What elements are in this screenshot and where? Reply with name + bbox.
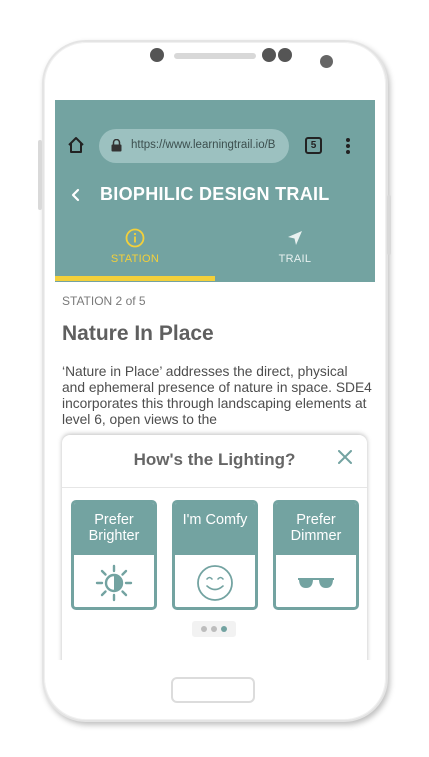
tab-station[interactable]: STATION — [55, 226, 215, 282]
phone-screen: https://www.learningtrail.io/B 5 BIOPHIL… — [55, 100, 375, 660]
prefer-dimmer-button[interactable]: Prefer Dimmer — [273, 500, 359, 610]
url-text: https://www.learningtrail.io/B — [131, 139, 276, 151]
url-bar[interactable]: https://www.learningtrail.io/B — [99, 129, 289, 163]
front-camera — [150, 48, 164, 62]
power-button — [387, 195, 391, 255]
im-comfy-button[interactable]: I'm Comfy — [172, 500, 258, 610]
smiley-icon — [197, 565, 233, 601]
sensor — [278, 48, 292, 62]
choice-label: I'm Comfy — [175, 503, 255, 555]
info-icon — [125, 228, 145, 248]
pager-dot[interactable] — [201, 626, 207, 632]
tab-trail-label: TRAIL — [278, 253, 312, 265]
volume-button — [38, 140, 42, 210]
active-tab-indicator — [55, 276, 215, 281]
lock-icon — [111, 139, 122, 152]
pager-dot-active[interactable] — [221, 626, 227, 632]
station-title: Nature In Place — [62, 322, 214, 345]
browser-toolbar: https://www.learningtrail.io/B 5 — [55, 100, 375, 170]
tab-trail[interactable]: TRAIL — [215, 226, 375, 282]
proximity-sensor — [320, 55, 333, 68]
pager-dot[interactable] — [211, 626, 217, 632]
sunglasses-icon — [298, 578, 334, 588]
choice-label: Prefer Dimmer — [276, 503, 356, 555]
app-title: BIOPHILIC DESIGN TRAIL — [100, 184, 330, 204]
brightness-icon — [95, 564, 133, 602]
home-icon[interactable] — [67, 136, 85, 154]
lighting-survey-card: How's the Lighting? Prefer Brighter I'm … — [62, 435, 367, 660]
tab-station-label: STATION — [110, 253, 160, 265]
app-header: BIOPHILIC DESIGN TRAIL STATION TRAIL — [55, 170, 375, 282]
back-arrow-icon[interactable] — [69, 186, 83, 204]
close-icon[interactable] — [338, 450, 352, 464]
home-button[interactable] — [171, 677, 255, 703]
choice-label: Prefer Brighter — [74, 503, 154, 555]
tab-switcher-button[interactable]: 5 — [305, 137, 322, 154]
survey-title: How's the Lighting? — [133, 450, 296, 469]
station-description: ‘Nature in Place’ addresses the direct, … — [62, 364, 372, 427]
divider — [62, 487, 367, 488]
earpiece-speaker — [174, 53, 256, 59]
station-counter: STATION 2 of 5 — [62, 294, 146, 308]
prefer-brighter-button[interactable]: Prefer Brighter — [71, 500, 157, 610]
pager-dots — [192, 621, 236, 637]
overflow-menu-icon[interactable] — [345, 137, 351, 155]
navigation-icon — [288, 231, 302, 245]
sensor — [262, 48, 276, 62]
